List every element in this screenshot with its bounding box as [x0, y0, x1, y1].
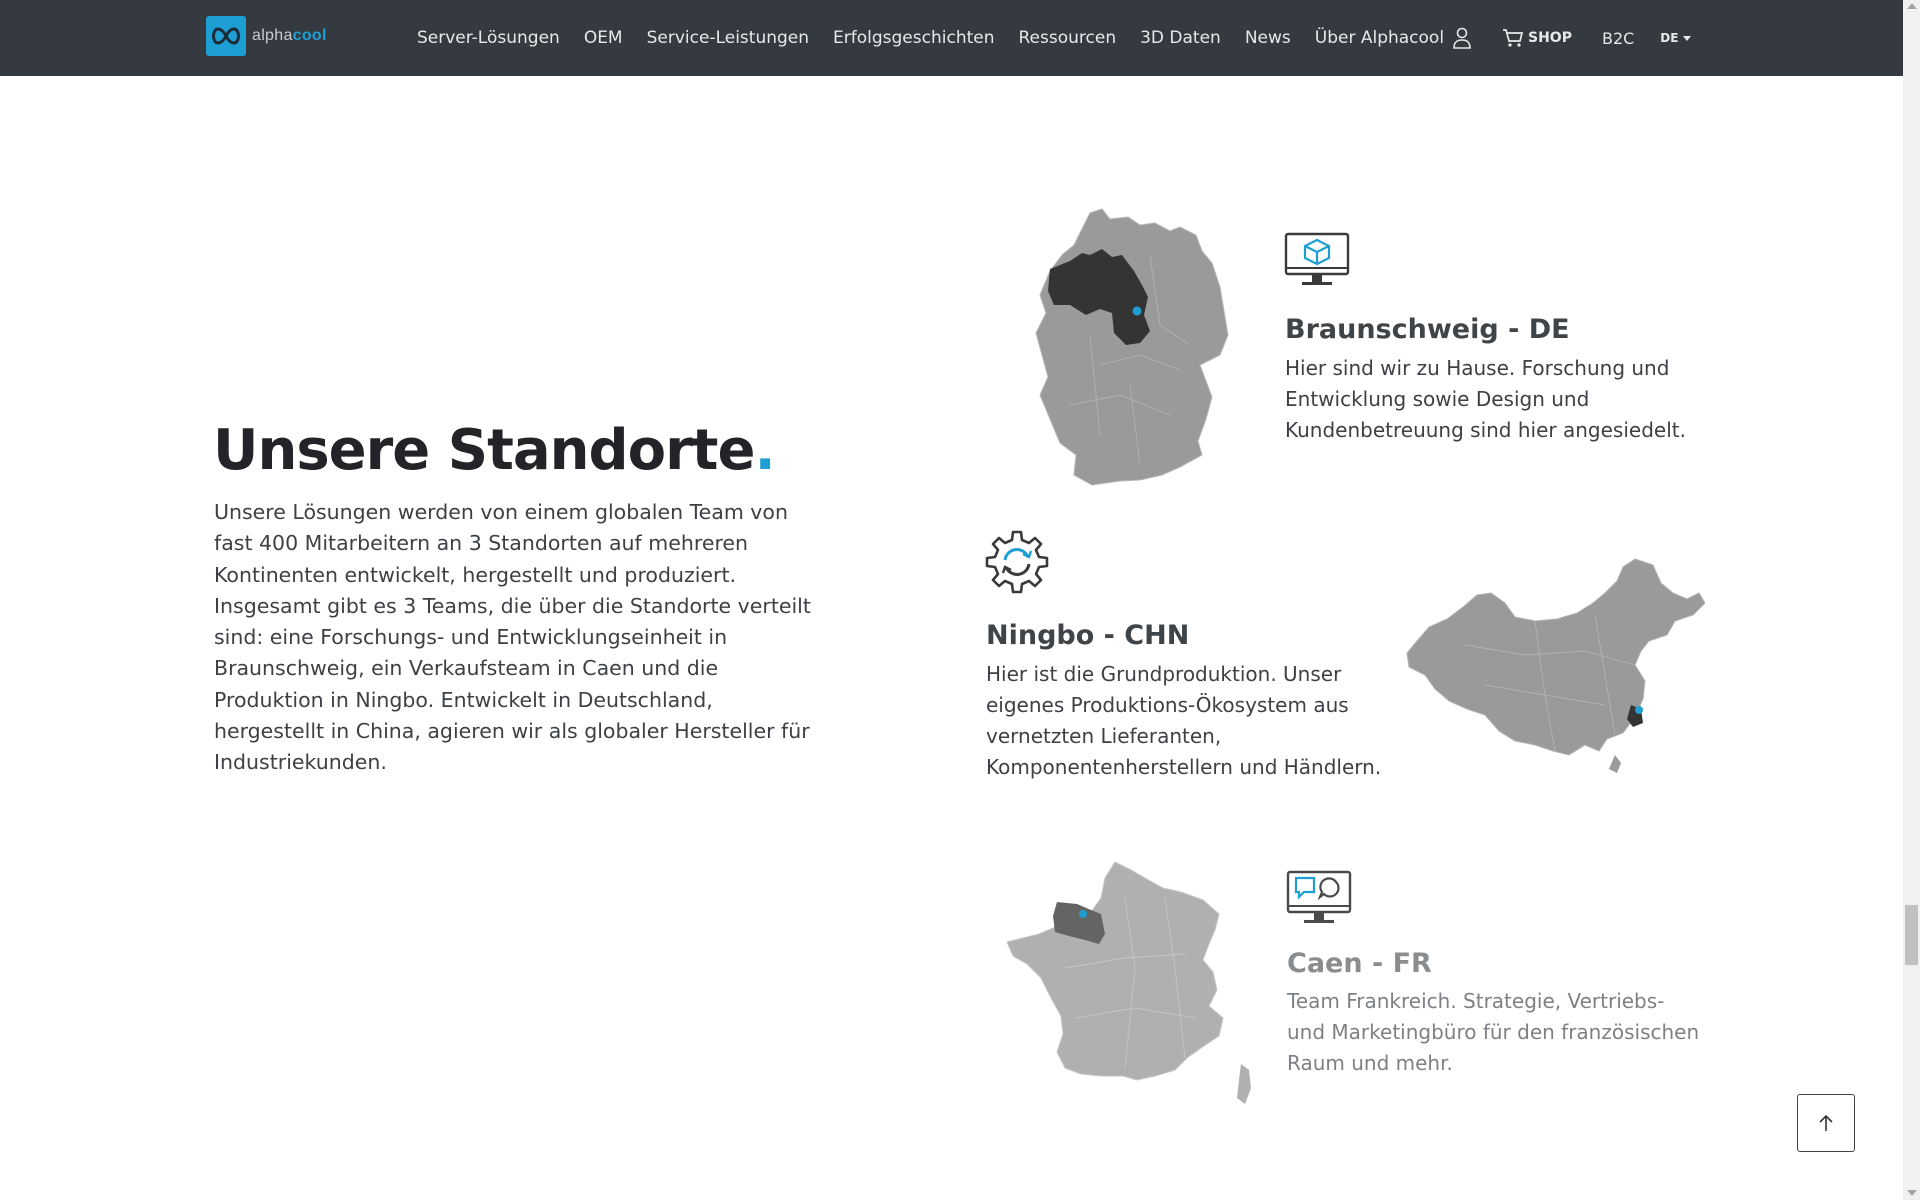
title-accent-dot: .	[754, 418, 775, 483]
chevron-down-icon	[1683, 35, 1692, 41]
nav-link-service-leistungen[interactable]: Service-Leistungen	[647, 28, 809, 48]
user-account-icon[interactable]	[1452, 26, 1476, 50]
gear-refresh-icon	[985, 530, 1049, 594]
nav-right-group: SHOP B2C DE	[1452, 0, 1692, 76]
cart-icon	[1503, 29, 1524, 47]
main-nav: Server-Lösungen OEM Service-Leistungen E…	[417, 0, 1468, 76]
france-map	[1006, 861, 1251, 1104]
logo-text: alphacool	[252, 27, 327, 44]
back-to-top-button[interactable]	[1797, 1094, 1855, 1152]
china-map	[1406, 558, 1705, 773]
top-navbar: alphacool Server-Lösungen OEM Service-Le…	[0, 0, 1903, 76]
nav-link-oem[interactable]: OEM	[584, 28, 623, 48]
language-dropdown[interactable]: DE	[1660, 31, 1692, 45]
scroll-down-arrow-icon[interactable]	[1907, 1190, 1917, 1196]
location-title: Ningbo - CHN	[986, 620, 1190, 651]
monitor-cube-icon	[1284, 232, 1350, 285]
location-title: Braunschweig - DE	[1285, 314, 1570, 345]
section-description: Unsere Lösungen werden von einem globale…	[214, 500, 811, 775]
shop-link[interactable]: SHOP	[1502, 28, 1572, 48]
section-title: Unsere Standorte.	[213, 418, 776, 483]
monitor-chat-icon	[1286, 870, 1352, 923]
germany-map	[1035, 208, 1229, 486]
arrow-up-icon	[1819, 1114, 1833, 1131]
location-description: Hier ist die Grundproduktion. Unser eige…	[986, 662, 1382, 779]
logo-mark-icon	[206, 16, 246, 56]
location-title: Caen - FR	[1287, 948, 1432, 979]
shop-label: SHOP	[1528, 30, 1572, 46]
nav-link-news[interactable]: News	[1245, 28, 1291, 48]
nav-link-server-loesungen[interactable]: Server-Lösungen	[417, 28, 560, 48]
location-description: Hier sind wir zu Hause. Forschung und En…	[1285, 356, 1686, 442]
nav-link-3d-daten[interactable]: 3D Daten	[1140, 28, 1221, 48]
location-description: Team Frankreich. Strategie, Vertriebs- u…	[1287, 989, 1700, 1075]
nav-link-ueber-alphacool[interactable]: Über Alphacool	[1315, 28, 1444, 48]
scroll-thumb[interactable]	[1905, 905, 1918, 965]
language-label: DE	[1660, 31, 1679, 45]
scroll-up-arrow-icon[interactable]	[1907, 3, 1917, 9]
nav-link-ressourcen[interactable]: Ressourcen	[1019, 28, 1117, 48]
page-scrollbar[interactable]	[1903, 0, 1920, 1200]
alphacool-logo[interactable]: alphacool	[206, 16, 327, 56]
nav-link-erfolgsgeschichten[interactable]: Erfolgsgeschichten	[833, 28, 994, 48]
b2c-link[interactable]: B2C	[1602, 29, 1634, 48]
